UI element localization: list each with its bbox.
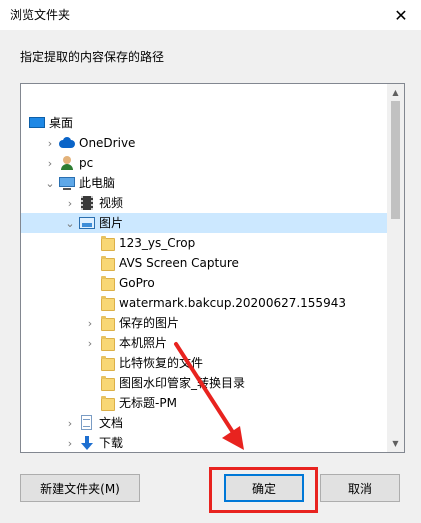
chevron-right-icon[interactable]: › xyxy=(45,153,55,173)
tree-item-label: 无标题-PM xyxy=(119,396,177,410)
scroll-down-icon[interactable]: ▼ xyxy=(387,435,404,452)
tree-item-label: 保存的图片 xyxy=(119,316,180,330)
chevron-right-icon[interactable]: › xyxy=(45,133,55,153)
folder-icon xyxy=(99,355,115,371)
tree-item[interactable]: › OneDrive xyxy=(21,133,387,153)
tree-item-label: 图图水印管家_转换目录 xyxy=(119,376,246,390)
scroll-thumb[interactable] xyxy=(391,101,400,219)
tree-item-label: 本机照片 xyxy=(119,336,168,350)
cloud-icon xyxy=(59,135,75,151)
chevron-right-icon[interactable]: › xyxy=(85,313,95,333)
tree-item-label: watermark.bakcup.20200627.155943 xyxy=(119,296,346,310)
folder-tree[interactable]: 桌面 › OneDrive › pc ⌄ 此电脑 › 视频 ⌄ 图片 123_ys_Crop AVS S… xyxy=(20,83,405,453)
new-folder-button[interactable]: 新建文件夹(M) xyxy=(20,474,140,502)
chevron-down-icon[interactable]: ⌄ xyxy=(45,173,55,193)
folder-icon xyxy=(99,275,115,291)
tree-item-label: OneDrive xyxy=(79,136,136,150)
tree-item[interactable]: ⌄ 图片 xyxy=(21,213,387,233)
chevron-right-icon[interactable]: › xyxy=(65,433,75,452)
folder-icon xyxy=(99,315,115,331)
tree-item-label: 图片 xyxy=(99,216,124,230)
tree-item[interactable]: ⌄ 此电脑 xyxy=(21,173,387,193)
tree-item-label: 比特恢复的文件 xyxy=(119,356,204,370)
chevron-down-icon[interactable]: ⌄ xyxy=(65,213,75,233)
document-icon xyxy=(79,415,95,431)
pc-icon xyxy=(59,175,75,191)
window-title: 浏览文件夹 xyxy=(10,8,71,22)
folder-icon xyxy=(99,255,115,271)
tree-item-label: AVS Screen Capture xyxy=(119,256,239,270)
folder-icon xyxy=(99,395,115,411)
tree-item[interactable]: 无标题-PM xyxy=(21,393,387,413)
chevron-right-icon[interactable]: › xyxy=(65,413,75,433)
tree-item[interactable]: GoPro xyxy=(21,273,387,293)
user-icon xyxy=(59,155,75,171)
tree-item[interactable]: › 下载 xyxy=(21,433,387,452)
cancel-button[interactable]: 取消 xyxy=(320,474,400,502)
folder-tree-list: 桌面 › OneDrive › pc ⌄ 此电脑 › 视频 ⌄ 图片 123_ys_Crop AVS S… xyxy=(21,84,387,452)
video-icon xyxy=(79,195,95,211)
close-icon: ✕ xyxy=(394,5,408,25)
download-icon xyxy=(79,435,95,451)
prompt-text: 指定提取的内容保存的路径 xyxy=(20,50,165,64)
tree-item[interactable]: › 视频 xyxy=(21,193,387,213)
folder-icon xyxy=(99,235,115,251)
tree-item[interactable]: watermark.bakcup.20200627.155943 xyxy=(21,293,387,313)
desktop-icon xyxy=(29,115,45,131)
tree-item[interactable]: 比特恢复的文件 xyxy=(21,353,387,373)
folder-icon xyxy=(99,295,115,311)
tree-item[interactable]: › 保存的图片 xyxy=(21,313,387,333)
tree-item-label: pc xyxy=(79,156,94,170)
tree-item-label: 此电脑 xyxy=(79,176,116,190)
pictures-icon xyxy=(79,215,95,231)
chevron-right-icon[interactable]: › xyxy=(65,193,75,213)
tree-item[interactable]: 图图水印管家_转换目录 xyxy=(21,373,387,393)
tree-item-label: GoPro xyxy=(119,276,155,290)
close-button[interactable]: ✕ xyxy=(381,0,421,30)
tree-item-label: 桌面 xyxy=(49,116,74,130)
tree-item-label: 文档 xyxy=(99,416,124,430)
tree-item[interactable]: › 本机照片 xyxy=(21,333,387,353)
tree-item[interactable]: 123_ys_Crop xyxy=(21,233,387,253)
folder-icon xyxy=(99,335,115,351)
chevron-right-icon[interactable]: › xyxy=(85,333,95,353)
tree-item-label: 视频 xyxy=(99,196,124,210)
tree-item[interactable]: 桌面 xyxy=(21,113,387,133)
vertical-scrollbar[interactable]: ▲ ▼ xyxy=(387,84,404,452)
tree-item-label: 下载 xyxy=(99,436,124,450)
folder-icon xyxy=(99,375,115,391)
ok-button[interactable]: 确定 xyxy=(224,474,304,502)
tree-item[interactable]: › 文档 xyxy=(21,413,387,433)
tree-item-label: 123_ys_Crop xyxy=(119,236,196,250)
tree-item[interactable]: › pc xyxy=(21,153,387,173)
title-bar: 浏览文件夹 ✕ xyxy=(0,0,421,30)
tree-item[interactable]: AVS Screen Capture xyxy=(21,253,387,273)
scroll-up-icon[interactable]: ▲ xyxy=(387,84,404,101)
